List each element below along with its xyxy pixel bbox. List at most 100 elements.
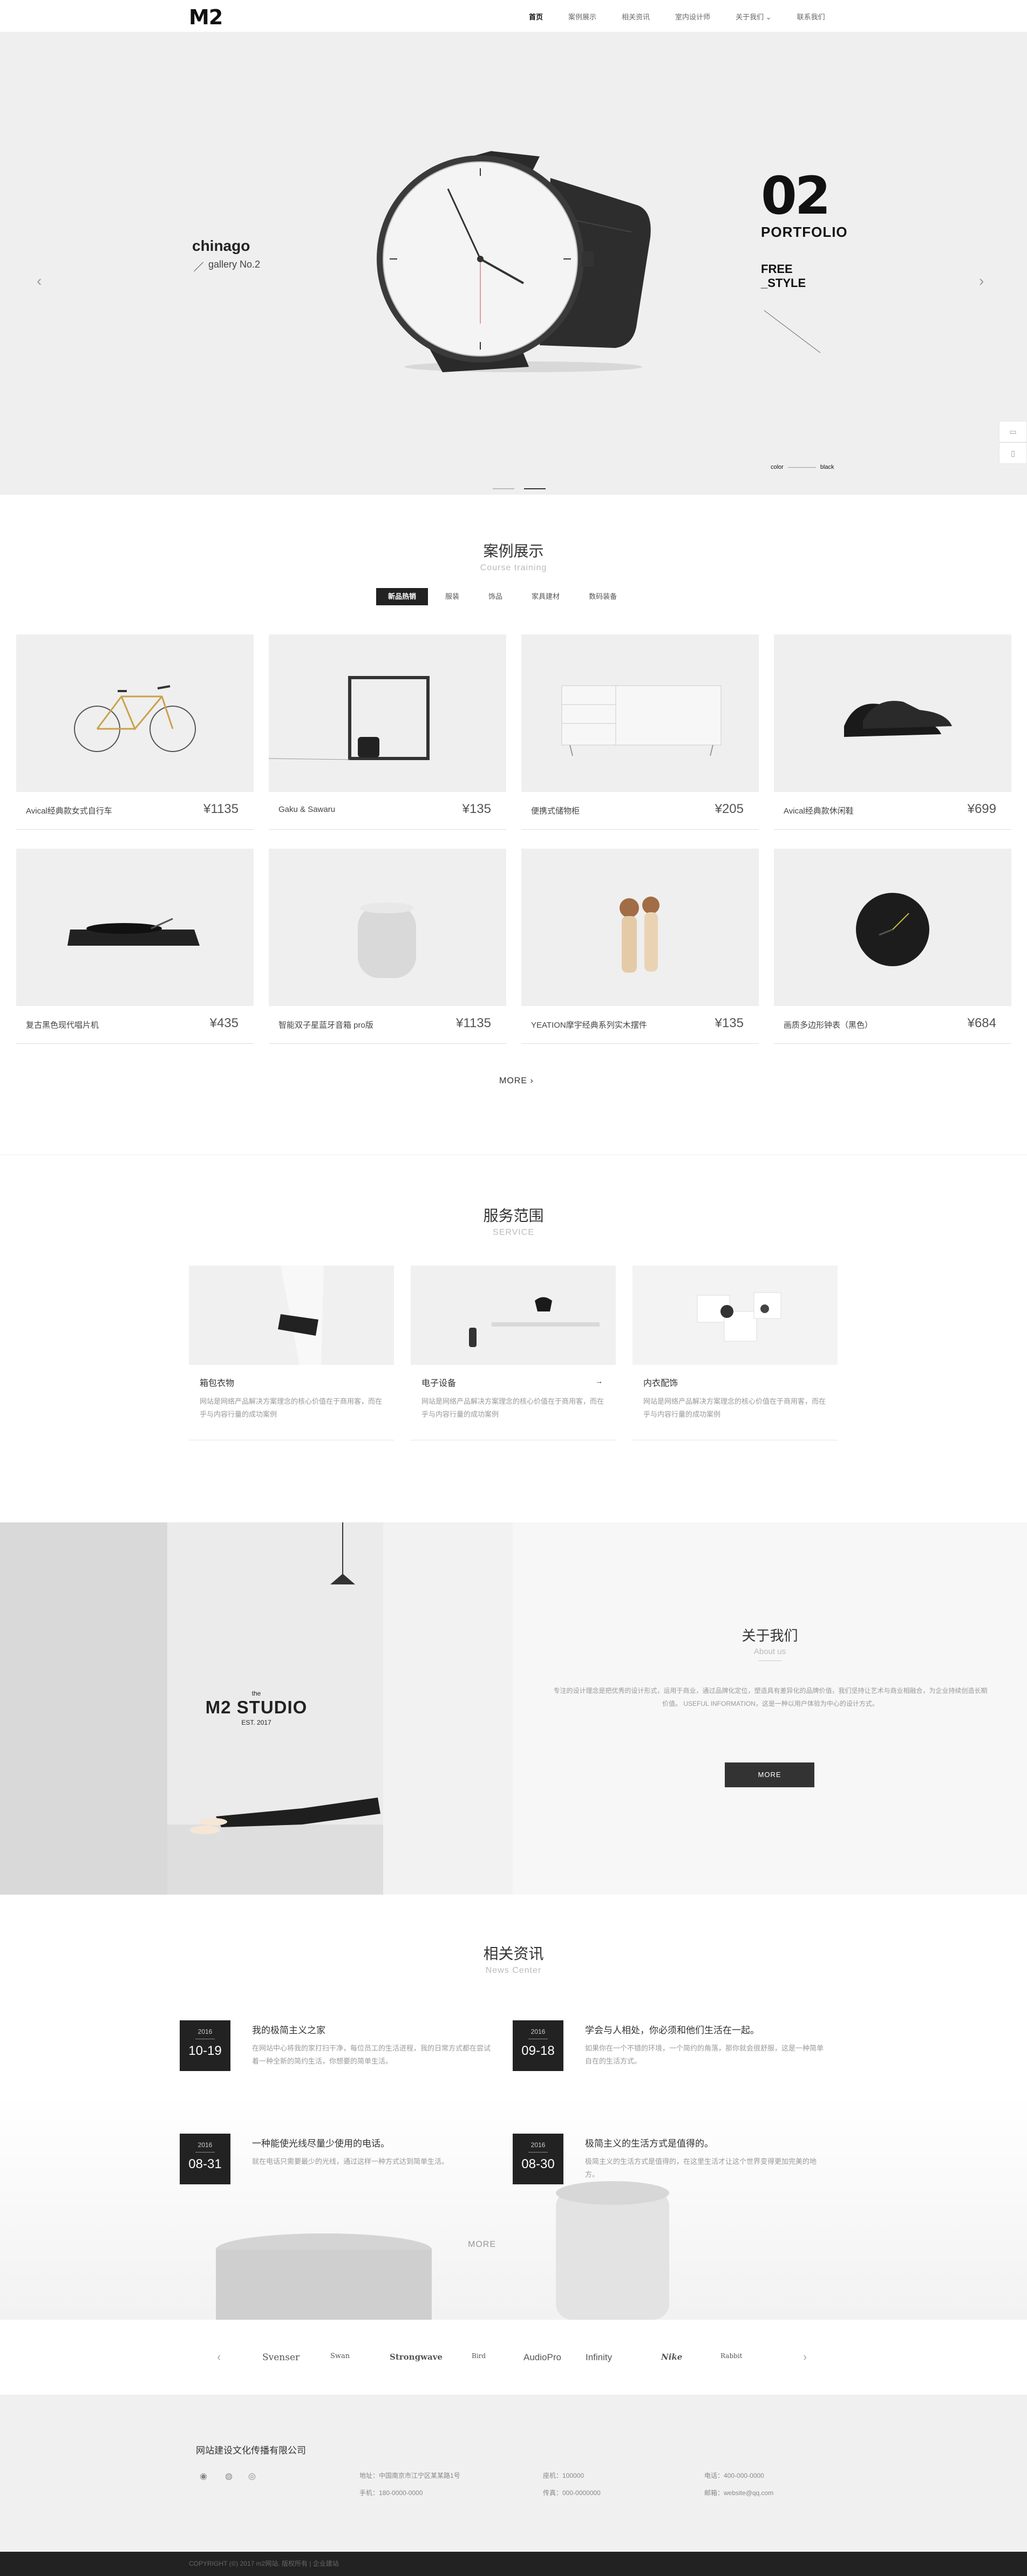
nav-contact[interactable]: 联系我们 xyxy=(797,11,825,22)
hero-left-caption: chinago gallery No.2 xyxy=(192,237,260,272)
about-desc: 专注的设计理念是把优秀的设计形式，运用于商业，通过品牌化定位，塑造具有差异化的品… xyxy=(553,1687,988,1707)
nav-news[interactable]: 相关资讯 xyxy=(622,11,650,22)
news-title[interactable]: 一种能使光线尽量少使用的电话。 xyxy=(252,2136,390,2149)
slide-number: 02 xyxy=(761,166,831,226)
arrow-right-icon[interactable]: → xyxy=(595,1377,603,1385)
cases-section: 案例展示 Course training xyxy=(0,0,1027,572)
news-year: 2016 xyxy=(198,2141,213,2149)
product-card[interactable]: Gaku & Sawaru ¥135 xyxy=(269,634,506,830)
shoes-icon xyxy=(844,701,952,737)
service-desc: 网站是网络产品解决方案理念的核心价值在于商用客，而在乎与内容行量的成功案例 xyxy=(643,1397,826,1418)
nav-about[interactable]: 关于我们 ⌄ xyxy=(736,11,772,22)
mobile: 手机：180-0000-0000 xyxy=(359,2489,423,2497)
news-item[interactable]: 2016 08-31 一种能使光线尽量少使用的电话。 就在电话只需要最少的光线，… xyxy=(180,2134,509,2193)
news-title[interactable]: 我的极简主义之家 xyxy=(252,2022,325,2036)
service-card[interactable]: 电子设备 → 网站是网络产品解决方案理念的核心价值在于商用客，而在乎与内容行量的… xyxy=(411,1266,616,1440)
product-name: YEATION摩宇经典系列实木摆件 xyxy=(531,1021,647,1030)
partner-logo[interactable]: Svenser xyxy=(262,2352,300,2363)
tab-new[interactable]: 新品热销 xyxy=(376,588,429,605)
portfolio-label: PORTFOLIO xyxy=(761,224,848,240)
tel: 座机：100000 xyxy=(543,2472,584,2479)
product-price: ¥135 xyxy=(462,802,491,816)
product-image xyxy=(269,849,506,1006)
frame-shelf-icon xyxy=(269,676,430,760)
hero-left-title: chinago xyxy=(192,237,250,254)
cases-heading: 案例展示 Course training xyxy=(0,539,1027,573)
weibo-icon[interactable]: ◉ xyxy=(200,2471,207,2482)
product-image xyxy=(269,634,506,792)
product-card[interactable]: YEATION摩宇经典系列实木摆件 ¥135 xyxy=(521,849,759,1044)
news-date-box: 2016 09-18 xyxy=(513,2020,563,2071)
product-card[interactable]: 便携式储物柜 ¥205 xyxy=(521,634,759,830)
partner-logo[interactable]: AudioPro xyxy=(523,2352,561,2363)
product-card[interactable]: Avical经典款女式自行车 ¥1135 xyxy=(16,634,254,830)
product-card[interactable]: 智能双子星蓝牙音箱 pro版 ¥1135 xyxy=(269,849,506,1044)
section-subtitle: SERVICE xyxy=(493,1228,534,1237)
partner-logo[interactable]: Swan xyxy=(330,2352,350,2360)
partner-logo[interactable]: Infinity xyxy=(586,2352,612,2363)
partners-next-arrow[interactable]: › xyxy=(803,2350,807,2364)
wechat-icon[interactable]: ◎ xyxy=(248,2471,256,2482)
company-name: 网站建设文化传播有限公司 xyxy=(196,2445,306,2456)
color-indicator: color black xyxy=(771,464,834,470)
hero-prev-arrow[interactable]: ‹ xyxy=(37,272,42,290)
studio-name: M2 STUDIO xyxy=(205,1697,308,1717)
news-background-image xyxy=(0,2093,1027,2320)
slider-dot[interactable] xyxy=(493,488,514,489)
news-more-link[interactable]: MORE xyxy=(468,2240,496,2250)
news-item[interactable]: 2016 09-18 学会与人相处，你必须和他们生活在一起。 如果你在一个不错的… xyxy=(513,2020,842,2080)
electronics-icon xyxy=(411,1266,616,1365)
about-more-button[interactable]: MORE xyxy=(725,1762,814,1787)
news-title[interactable]: 学会与人相处，你必须和他们生活在一起。 xyxy=(585,2022,759,2036)
service-card[interactable]: 内衣配饰 网站是网络产品解决方案理念的核心价值在于商用客，而在乎与内容行量的成功… xyxy=(632,1266,838,1440)
section-title: 关于我们 xyxy=(742,1628,798,1644)
news-desc: 在网站中心将我的家打扫干净，每位员工的生活进程，我的日常方式都在尝试着一种全新的… xyxy=(252,2044,491,2065)
product-name: Avical经典款休闲鞋 xyxy=(784,807,854,816)
cases-more-link[interactable]: MORE › xyxy=(499,1076,534,1086)
hero-next-arrow[interactable]: › xyxy=(979,272,984,290)
news-heading: 相关资讯 News Center xyxy=(0,1942,1027,1976)
nav-cases[interactable]: 案例展示 xyxy=(568,11,596,22)
phone-icon[interactable]: ▯ xyxy=(999,442,1027,464)
partner-logo[interactable]: Strongwave xyxy=(390,2352,443,2362)
email[interactable]: 邮箱：website@qq.com xyxy=(704,2488,773,2497)
product-name: Avical经典款女式自行车 xyxy=(26,807,112,816)
product-price: ¥435 xyxy=(209,1016,239,1030)
partners-prev-arrow[interactable]: ‹ xyxy=(217,2350,221,2364)
news-title[interactable]: 极简主义的生活方式是值得的。 xyxy=(585,2136,713,2149)
nav-designers[interactable]: 室内设计师 xyxy=(675,11,710,22)
tab-accessories[interactable]: 饰品 xyxy=(477,588,514,605)
slider-dot-active[interactable] xyxy=(524,488,546,489)
tab-furniture[interactable]: 家具建材 xyxy=(520,588,572,605)
news-item[interactable]: 2016 10-19 我的极简主义之家 在网站中心将我的家打扫干净，每位员工的生… xyxy=(180,2020,509,2080)
service-image xyxy=(189,1266,394,1365)
chat-icon[interactable]: ▭ xyxy=(999,421,1027,442)
section-title: 服务范围 xyxy=(483,1207,544,1224)
style-label: _STYLE xyxy=(761,276,806,290)
logo[interactable]: M2 xyxy=(189,5,223,29)
tab-digital[interactable]: 数码装备 xyxy=(577,588,629,605)
news-year: 2016 xyxy=(530,2028,546,2035)
turntable-icon xyxy=(67,918,200,946)
service-desc: 网站是网络产品解决方案理念的核心价值在于商用客，而在乎与内容行量的成功案例 xyxy=(421,1397,604,1418)
bicycle-icon xyxy=(74,685,196,752)
studio-est: EST. 2017 xyxy=(241,1719,271,1726)
product-price: ¥684 xyxy=(967,1016,996,1030)
watch-image xyxy=(377,151,651,372)
partner-logo[interactable]: Bird xyxy=(472,2352,486,2360)
tab-clothing[interactable]: 服装 xyxy=(433,588,471,605)
qq-icon[interactable]: ◍ xyxy=(225,2471,233,2482)
product-card[interactable]: 画质多边形钟表（黑色） ¥684 xyxy=(774,849,1011,1044)
fax: 传真：000-0000000 xyxy=(543,2489,601,2497)
partner-logo[interactable]: Nike xyxy=(661,2352,682,2362)
news-item[interactable]: 2016 08-30 极简主义的生活方式是值得的。 极简主义的生活方式是值得的，… xyxy=(513,2134,842,2193)
product-image xyxy=(16,634,254,792)
hero-banner: ‹ › chinago gallery No.2 02 PORTFOLIO FR… xyxy=(0,32,1027,495)
news-desc: 如果你在一个不错的环境，一个简约的角落，那你就会很舒服，这是一种简单自在的生活方… xyxy=(585,2044,824,2065)
product-card[interactable]: Avical经典款休闲鞋 ¥699 xyxy=(774,634,1011,830)
service-card[interactable]: 箱包衣物 网站是网络产品解决方案理念的核心价值在于商用客，而在乎与内容行量的成功… xyxy=(189,1266,394,1440)
nav-home[interactable]: 首页 xyxy=(529,11,543,22)
product-image xyxy=(774,849,1011,1006)
partner-logo[interactable]: Rabbit xyxy=(720,2352,743,2360)
product-card[interactable]: 复古黑色现代唱片机 ¥435 xyxy=(16,849,254,1044)
